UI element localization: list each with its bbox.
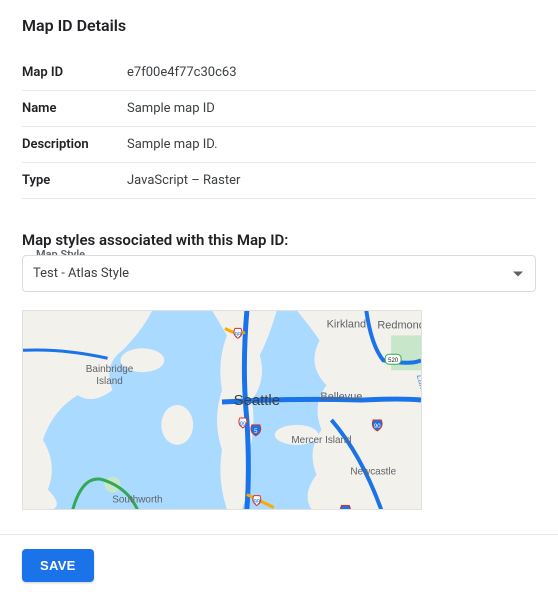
table-row: Description Sample map ID. (22, 127, 536, 163)
detail-value-type: JavaScript – Raster (127, 163, 536, 199)
svg-text:90: 90 (374, 424, 381, 430)
svg-text:Southworth: Southworth (112, 495, 162, 506)
page-title: Map ID Details (22, 16, 536, 35)
save-button[interactable]: SAVE (22, 549, 94, 582)
svg-text:Island: Island (96, 376, 123, 387)
table-row: Name Sample map ID (22, 91, 536, 127)
svg-text:99: 99 (235, 332, 242, 338)
detail-value-description: Sample map ID. (127, 127, 536, 163)
map-preview: 99 99 99 5 90 520 (22, 310, 422, 510)
svg-text:Mercer Island: Mercer Island (291, 435, 351, 446)
detail-value-mapid: e7f00e4f77c30c63 (127, 55, 536, 91)
detail-label-type: Type (22, 163, 127, 199)
svg-text:Kirkland: Kirkland (327, 318, 367, 330)
svg-text:Bellevue: Bellevue (320, 391, 362, 403)
detail-label-name: Name (22, 91, 127, 127)
map-style-select[interactable]: Test - Atlas Style (22, 255, 536, 292)
table-row: Type JavaScript – Raster (22, 163, 536, 199)
detail-value-name: Sample map ID (127, 91, 536, 127)
table-row: Map ID e7f00e4f77c30c63 (22, 55, 536, 91)
styles-heading: Map styles associated with this Map ID: (22, 231, 536, 249)
select-value: Test - Atlas Style (33, 266, 129, 281)
svg-text:Bainbridge: Bainbridge (86, 364, 134, 375)
footer-bar: SAVE (0, 534, 558, 596)
svg-text:520: 520 (388, 358, 399, 364)
detail-label-mapid: Map ID (22, 55, 127, 91)
svg-text:99: 99 (240, 422, 247, 428)
details-table: Map ID e7f00e4f77c30c63 Name Sample map … (22, 55, 536, 199)
svg-text:Seattle: Seattle (234, 392, 280, 409)
svg-text:99: 99 (254, 500, 261, 506)
svg-text:Redmond: Redmond (377, 319, 421, 331)
chevron-down-icon (513, 271, 523, 276)
svg-text:Newcastle: Newcastle (350, 467, 396, 478)
detail-label-description: Description (22, 127, 127, 163)
